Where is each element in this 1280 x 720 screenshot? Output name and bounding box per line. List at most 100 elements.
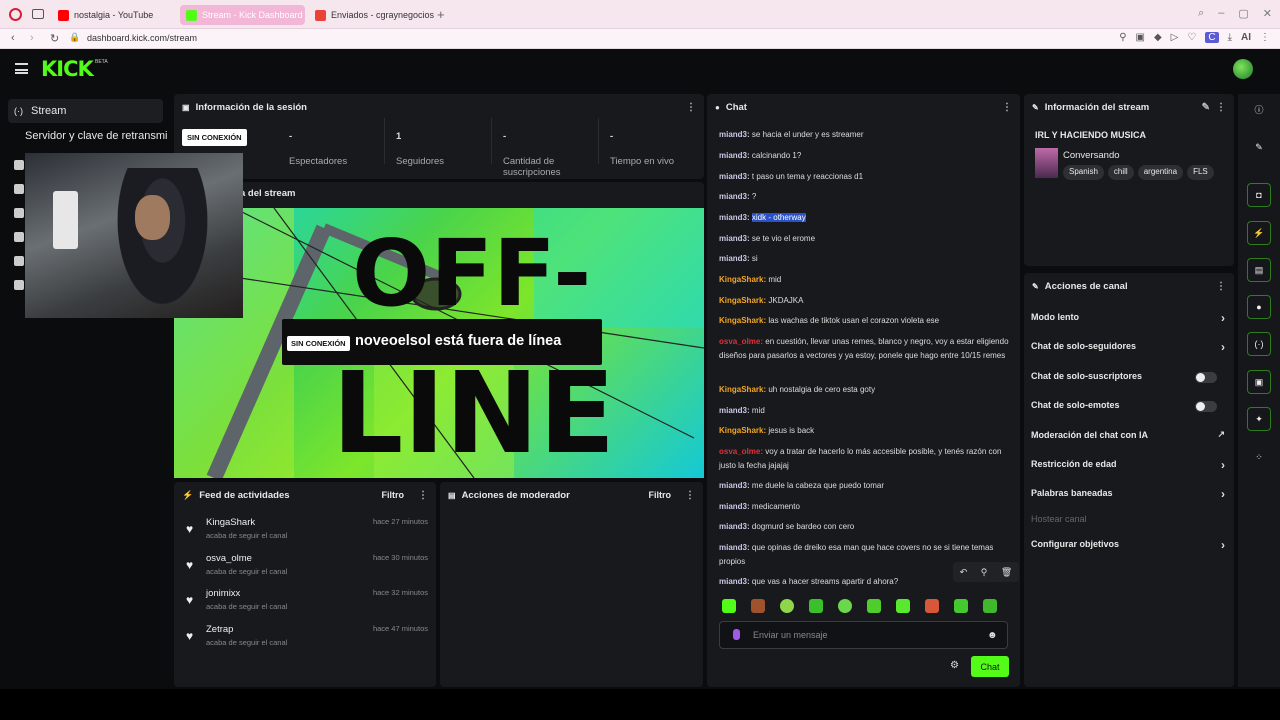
feed-username[interactable]: KingaShark <box>206 517 255 528</box>
chat-bubble-icon[interactable]: ● <box>1247 295 1271 319</box>
browser-tab-gmail[interactable]: Enviados - cgraynegocios@ <box>309 5 434 25</box>
chat-username[interactable]: KingaShark: <box>719 426 766 435</box>
chat-username[interactable]: miand3: <box>719 213 750 222</box>
sidebar-item-servidor[interactable]: Servidor y clave de retransmi <box>25 130 167 142</box>
emoji-icon[interactable]: ☻ <box>987 630 998 641</box>
chat-username[interactable]: KingaShark: <box>719 385 766 394</box>
more-options-icon[interactable]: ⋮ <box>1002 102 1012 113</box>
more-options-icon[interactable]: ⋮ <box>686 102 696 113</box>
gear-icon[interactable]: ⚙ <box>950 660 959 671</box>
new-tab-button[interactable]: + <box>437 7 445 22</box>
more-options-icon[interactable]: ⋮ <box>685 490 695 501</box>
download-icon[interactable]: ⤓ <box>1228 32 1232 43</box>
undo-icon[interactable]: ↶ <box>960 567 968 578</box>
mic-icon[interactable] <box>733 629 740 640</box>
chat-username[interactable]: miand3: <box>719 130 750 139</box>
hamburger-menu-icon[interactable] <box>15 63 28 74</box>
maximize-icon[interactable]: ▢ <box>1238 7 1248 20</box>
media-icon[interactable] <box>14 208 24 218</box>
feed-username[interactable]: jonimixx <box>206 588 240 599</box>
shield-icon[interactable]: ◆ <box>1154 32 1162 43</box>
emotes-only-toggle[interactable] <box>1195 401 1217 412</box>
emote-icon[interactable] <box>983 599 997 613</box>
emote-icon[interactable] <box>867 599 881 613</box>
emote-icon[interactable] <box>896 599 910 613</box>
trophy-icon[interactable] <box>14 184 24 194</box>
subscribers-only-toggle[interactable] <box>1195 372 1217 383</box>
kick-logo[interactable]: KICK <box>41 57 94 81</box>
chat-username[interactable]: miand3: <box>719 172 750 181</box>
more-options-icon[interactable]: ⋮ <box>1216 281 1226 292</box>
emote-icon[interactable] <box>780 599 794 613</box>
pin-icon[interactable]: ⚲ <box>981 567 988 578</box>
more-options-icon[interactable]: ⋮ <box>1216 102 1226 113</box>
pin-icon[interactable]: ⚲ <box>1119 32 1126 43</box>
chat-username[interactable]: osva_olme: <box>719 337 763 346</box>
chat-username[interactable]: miand3: <box>719 522 750 531</box>
action-goals[interactable]: Configurar objetivos › <box>1031 538 1227 553</box>
close-icon[interactable]: ✕ <box>1263 7 1272 20</box>
forward-icon[interactable]: › <box>30 32 34 44</box>
heart-icon[interactable]: ♡ <box>1187 32 1196 43</box>
browser-tab-youtube[interactable]: nostalgia - YouTube <box>52 5 177 25</box>
sidebar-item-stream[interactable]: (·) Stream <box>8 99 163 123</box>
chat-username[interactable]: miand3: <box>719 577 750 586</box>
chat-username[interactable]: osva_olme: <box>719 447 763 456</box>
filter-button[interactable]: Filtro <box>649 490 672 500</box>
search-icon[interactable]: ⌕ <box>1198 7 1204 20</box>
chat-username[interactable]: miand3: <box>719 254 750 263</box>
camera-icon[interactable]: ◘ <box>1247 183 1271 207</box>
feed-username[interactable]: osva_olme <box>206 553 252 564</box>
trash-icon[interactable]: 🗑 <box>1001 567 1012 578</box>
chat-username[interactable]: miand3: <box>719 502 750 511</box>
more-options-icon[interactable]: ⋮ <box>418 490 428 501</box>
emote-icon[interactable] <box>809 599 823 613</box>
profile-avatar[interactable]: C <box>1205 32 1219 43</box>
document-icon[interactable]: ▤ <box>1247 258 1271 282</box>
info-icon[interactable]: ⓘ <box>1247 97 1271 121</box>
chat-username[interactable]: miand3: <box>719 151 750 160</box>
pencil-icon[interactable]: ✎ <box>1247 135 1271 159</box>
camera-icon[interactable]: ▣ <box>1136 32 1145 43</box>
emote-icon[interactable] <box>722 599 736 613</box>
minimize-icon[interactable]: – <box>1218 7 1224 20</box>
action-age-restriction[interactable]: Restricción de edad › <box>1031 458 1227 473</box>
action-banned-words[interactable]: Palabras baneadas › <box>1031 487 1227 502</box>
chat-username[interactable]: miand3: <box>719 406 750 415</box>
emote-icon[interactable] <box>751 599 765 613</box>
wrench-icon[interactable] <box>14 232 24 242</box>
chat-username[interactable]: miand3: <box>719 543 750 552</box>
url-field[interactable]: dashboard.kick.com/stream <box>87 33 197 43</box>
chat-username[interactable]: miand3: <box>719 481 750 490</box>
edit-icon[interactable]: ✎ <box>1202 102 1210 113</box>
emote-icon[interactable] <box>838 599 852 613</box>
analytics-icon[interactable] <box>14 160 24 170</box>
play-icon[interactable]: ▷ <box>1171 32 1179 43</box>
filter-button[interactable]: Filtro <box>382 490 405 500</box>
action-followers-only[interactable]: Chat de solo-seguidores › <box>1031 340 1227 355</box>
bolt-icon[interactable]: ⚡ <box>1247 221 1271 245</box>
ai-button[interactable]: AI <box>1241 32 1251 43</box>
emote-icon[interactable] <box>954 599 968 613</box>
reload-icon[interactable]: ↻ <box>50 32 59 45</box>
chat-username[interactable]: KingaShark: <box>719 275 766 284</box>
menu-icon[interactable]: ⋮ <box>1260 32 1270 43</box>
opera-logo-icon[interactable] <box>9 8 22 21</box>
action-ai-moderation[interactable]: Moderación del chat con IA ↗ <box>1031 429 1227 444</box>
browser-tab-kick-dashboard[interactable]: Stream - Kick Dashboard <box>180 5 305 25</box>
chat-username[interactable]: KingaShark: <box>719 316 766 325</box>
chat-username[interactable]: KingaShark: <box>719 296 766 305</box>
users-icon[interactable] <box>14 256 24 266</box>
apps-icon[interactable]: ⁘ <box>1247 445 1271 469</box>
chat-username[interactable]: miand3: <box>719 192 750 201</box>
back-icon[interactable]: ‹ <box>11 32 15 44</box>
broadcast-icon[interactable]: (·) <box>1247 332 1271 356</box>
emote-icon[interactable] <box>925 599 939 613</box>
action-slow-mode[interactable]: Modo lento › <box>1031 311 1227 326</box>
workspaces-icon[interactable] <box>32 9 44 19</box>
wrench-icon[interactable]: ✦ <box>1247 407 1271 431</box>
user-avatar[interactable] <box>1233 59 1253 79</box>
chat-username[interactable]: miand3: <box>719 234 750 243</box>
feed-username[interactable]: Zetrap <box>206 624 233 635</box>
tools-icon[interactable] <box>14 280 24 290</box>
